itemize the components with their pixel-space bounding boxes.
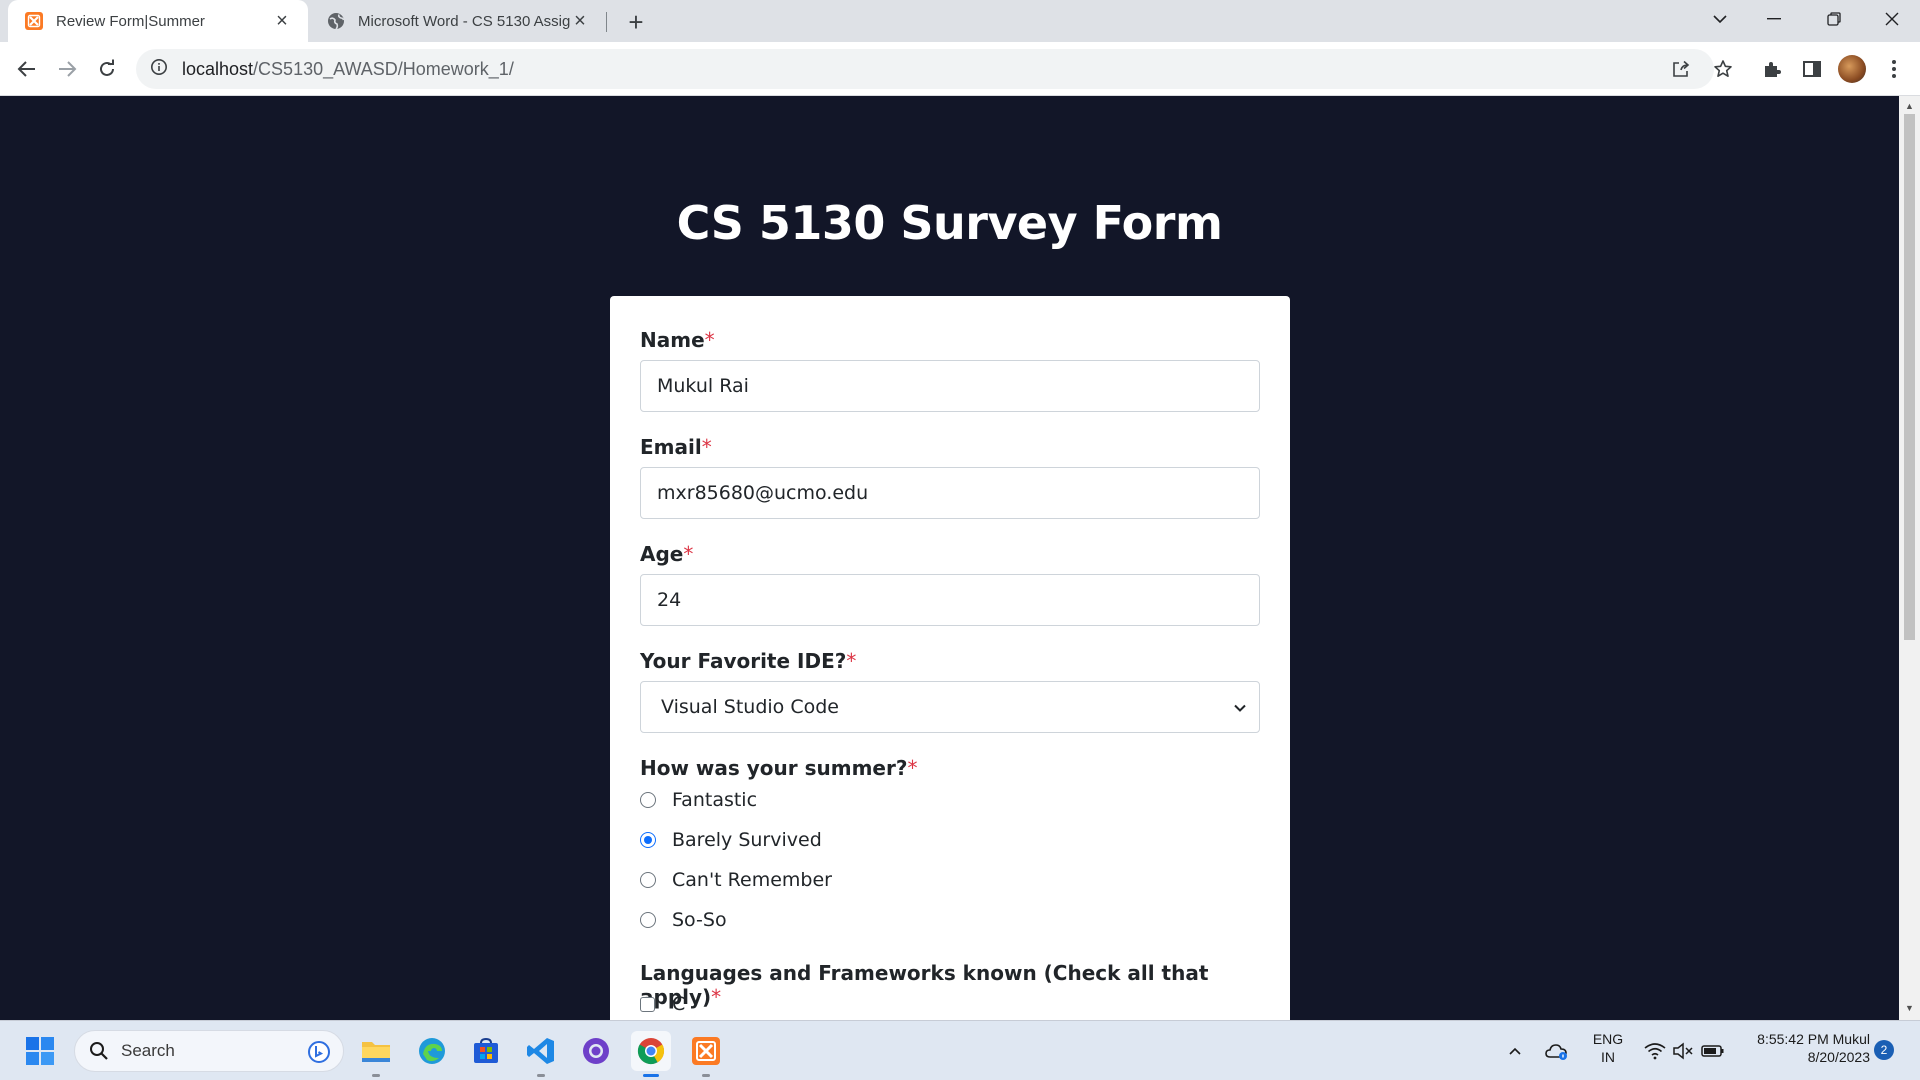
name-input[interactable]: Mukul Rai: [640, 360, 1260, 412]
survey-form: Name* Mukul Rai Email* mxr85680@ucmo.edu…: [610, 296, 1290, 1020]
page-title: CS 5130 Survey Form: [676, 196, 1223, 250]
input-language-indicator[interactable]: ENG IN: [1590, 1030, 1626, 1066]
edge-browser-icon[interactable]: [412, 1031, 452, 1071]
chrome-icon[interactable]: [631, 1031, 671, 1077]
tab-close-icon[interactable]: ×: [570, 11, 590, 31]
windows-taskbar: Search ENG IN 8:55:42 PM Mukul 8/20/2023…: [0, 1020, 1920, 1080]
checkbox[interactable]: [640, 996, 655, 1012]
search-icon: [89, 1041, 109, 1061]
ide-label: Your Favorite IDE?*: [640, 649, 857, 673]
running-indicator: [372, 1074, 380, 1077]
required-marker: *: [701, 435, 712, 459]
checkbox-label: C: [672, 993, 686, 1015]
url-host: localhost: [182, 58, 254, 79]
address-bar[interactable]: localhost/CS5130_AWASD/Homework_1/: [136, 49, 1714, 89]
github-desktop-icon[interactable]: [576, 1031, 616, 1071]
tab-microsoft-word[interactable]: Microsoft Word - CS 5130 Assignment ×: [310, 0, 606, 42]
ide-select[interactable]: Visual Studio Code: [640, 681, 1260, 733]
globe-icon: [326, 11, 346, 31]
scroll-down-arrow-icon[interactable]: ▼: [1904, 1002, 1915, 1014]
bookmark-star-icon[interactable]: [1708, 54, 1738, 84]
minimize-icon[interactable]: [1746, 0, 1802, 38]
volume-muted-icon[interactable]: [1668, 1031, 1698, 1071]
tab-title: Microsoft Word - CS 5130 Assignment: [358, 12, 570, 30]
age-input[interactable]: 24: [640, 574, 1260, 626]
required-marker: *: [683, 542, 694, 566]
required-marker: *: [711, 985, 722, 1009]
xampp-favicon-icon: [24, 11, 44, 31]
name-label: Name*: [640, 328, 715, 352]
page-scrollbar[interactable]: ▲ ▼: [1899, 96, 1920, 1020]
radio-button[interactable]: [640, 912, 656, 928]
radio-label: Can't Remember: [672, 869, 832, 891]
url-text: localhost/CS5130_AWASD/Homework_1/: [182, 59, 514, 80]
bing-icon[interactable]: [307, 1040, 331, 1064]
checkbox-c[interactable]: C: [640, 989, 685, 1019]
chevron-down-icon: [1233, 698, 1247, 720]
radio-label: Fantastic: [672, 789, 758, 811]
tab-separator: [606, 12, 607, 32]
radio-button[interactable]: [640, 832, 656, 848]
email-input[interactable]: mxr85680@ucmo.edu: [640, 467, 1260, 519]
email-label: Email*: [640, 435, 712, 459]
vscode-icon[interactable]: [521, 1031, 561, 1077]
profile-avatar[interactable]: [1838, 55, 1866, 83]
search-placeholder: Search: [121, 1041, 175, 1060]
scroll-up-arrow-icon[interactable]: ▲: [1904, 100, 1915, 112]
restore-icon[interactable]: [1806, 0, 1862, 38]
taskbar-search-box[interactable]: Search: [74, 1030, 344, 1072]
scrollbar-thumb[interactable]: [1904, 114, 1915, 640]
tab-search-chevron-icon[interactable]: [1692, 0, 1748, 38]
radio-label: So-So: [672, 909, 727, 931]
required-marker: *: [846, 649, 857, 673]
ide-selected-value: Visual Studio Code: [661, 696, 839, 718]
running-indicator: [643, 1074, 659, 1077]
radio-barely-survived[interactable]: Barely Survived: [640, 825, 822, 855]
reload-icon[interactable]: [93, 55, 121, 83]
running-indicator: [537, 1074, 545, 1077]
battery-icon[interactable]: [1698, 1031, 1728, 1071]
forward-arrow-icon[interactable]: [53, 55, 81, 83]
share-icon[interactable]: [1666, 54, 1696, 84]
radio-label: Barely Survived: [672, 829, 822, 851]
summer-label: How was your summer?*: [640, 756, 918, 780]
windows-start-icon[interactable]: [20, 1031, 60, 1071]
page-viewport: CS 5130 Survey Form Name* Mukul Rai Emai…: [0, 96, 1899, 1020]
required-marker: *: [907, 756, 918, 780]
required-marker: *: [704, 328, 715, 352]
tab-title: Review Form|Summer: [56, 12, 205, 30]
browser-menu-icon[interactable]: [1880, 55, 1908, 83]
url-path: /CS5130_AWASD/Homework_1/: [253, 58, 514, 79]
new-tab-plus-icon[interactable]: +: [622, 8, 650, 36]
site-info-icon[interactable]: [150, 58, 168, 81]
browser-toolbar: localhost/CS5130_AWASD/Homework_1/: [0, 42, 1920, 96]
language-code: ENG: [1592, 1031, 1624, 1047]
clock[interactable]: 8:55:42 PM Mukul 8/20/2023: [1740, 1030, 1870, 1066]
tab-review-form[interactable]: Review Form|Summer ×: [8, 0, 308, 42]
wifi-icon[interactable]: [1640, 1031, 1670, 1071]
age-label: Age*: [640, 542, 694, 566]
radio-button[interactable]: [640, 792, 656, 808]
notification-badge[interactable]: 2: [1874, 1040, 1894, 1060]
back-arrow-icon[interactable]: [13, 55, 41, 83]
extensions-puzzle-icon[interactable]: [1758, 55, 1786, 83]
region-code: IN: [1601, 1049, 1615, 1065]
radio-fantastic[interactable]: Fantastic: [640, 785, 757, 815]
radio-cant-remember[interactable]: Can't Remember: [640, 865, 832, 895]
radio-button[interactable]: [640, 872, 656, 888]
tab-strip: Review Form|Summer × Microsoft Word - CS…: [0, 0, 1920, 42]
xampp-icon[interactable]: [686, 1031, 726, 1077]
onedrive-icon[interactable]: [1542, 1031, 1572, 1071]
radio-so-so[interactable]: So-So: [640, 905, 727, 935]
microsoft-store-icon[interactable]: [466, 1031, 506, 1071]
tab-close-icon[interactable]: ×: [272, 11, 292, 31]
running-indicator: [702, 1074, 710, 1077]
languages-label: Languages and Frameworks known (Check al…: [640, 961, 1209, 1009]
file-explorer-icon[interactable]: [356, 1031, 396, 1077]
show-hidden-icons-chevron-icon[interactable]: [1500, 1031, 1530, 1071]
clock-time: 8:55:42 PM Mukul: [1757, 1031, 1870, 1047]
side-panel-icon[interactable]: [1798, 55, 1826, 83]
clock-date: 8/20/2023: [1807, 1049, 1870, 1065]
close-window-icon[interactable]: [1864, 0, 1920, 38]
